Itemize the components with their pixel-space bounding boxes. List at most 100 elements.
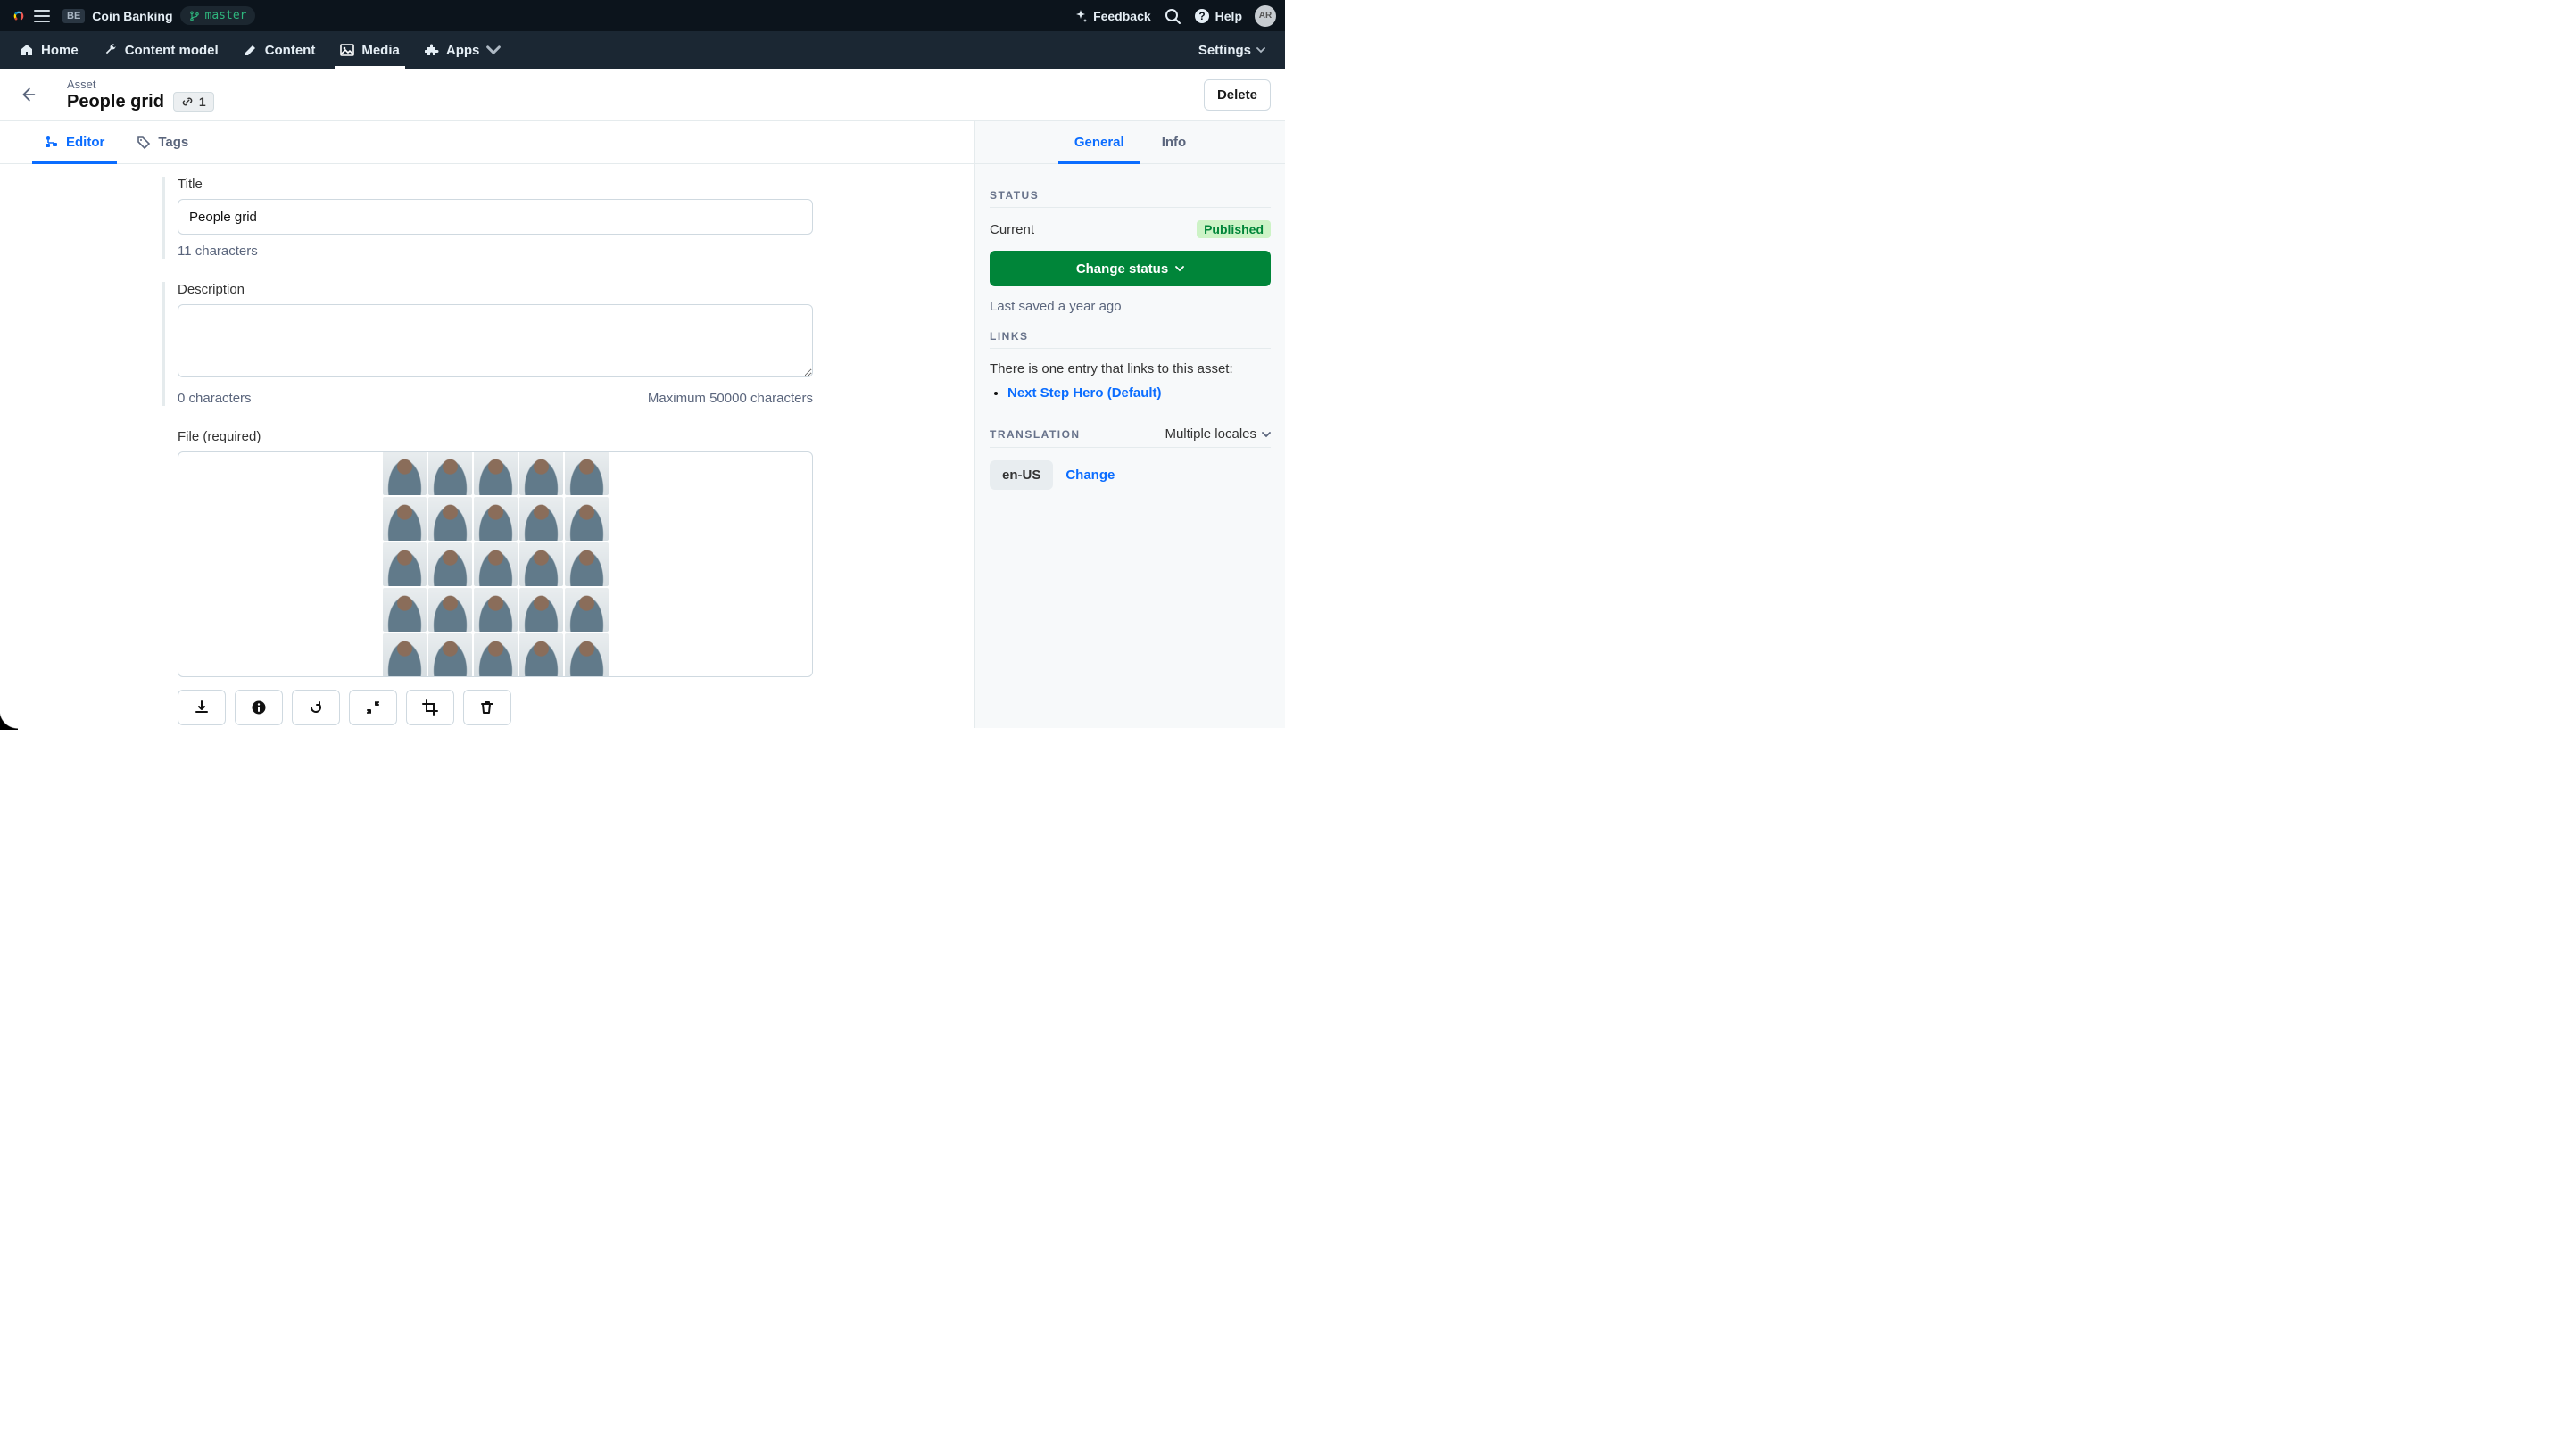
nav-media[interactable]: Media — [327, 31, 412, 69]
feedback-label: Feedback — [1093, 9, 1151, 23]
title-label: Title — [178, 177, 814, 192]
sidebar-tab-general[interactable]: General — [1058, 121, 1140, 163]
sidebar: General Info STATUS Current Published Ch… — [974, 121, 1285, 728]
crop-icon — [422, 699, 438, 716]
download-button[interactable] — [178, 690, 226, 725]
chevron-down-icon — [1175, 264, 1184, 273]
status-badge: Published — [1197, 220, 1271, 238]
tab-editor[interactable]: Editor — [32, 121, 117, 163]
change-status-label: Change status — [1076, 261, 1168, 277]
entry-tabs: Editor Tags — [0, 121, 974, 164]
rotate-button[interactable] — [292, 690, 340, 725]
locale-change-link[interactable]: Change — [1065, 467, 1115, 483]
rotate-icon — [308, 699, 324, 716]
tab-tags[interactable]: Tags — [124, 121, 201, 163]
sidebar-tabs: General Info — [975, 121, 1285, 164]
workspace-badge: BE — [62, 9, 85, 23]
links-list: Next Step Hero (Default) — [990, 385, 1271, 401]
nav-media-label: Media — [361, 43, 400, 58]
pencil-icon — [244, 43, 258, 57]
delete-file-button[interactable] — [463, 690, 511, 725]
delete-button[interactable]: Delete — [1204, 79, 1271, 111]
description-textarea[interactable] — [178, 304, 813, 377]
description-max: Maximum 50000 characters — [648, 391, 813, 406]
help-icon: ? — [1194, 8, 1210, 24]
compress-icon — [365, 699, 381, 716]
file-preview[interactable] — [178, 451, 813, 677]
nav-content[interactable]: Content — [231, 31, 328, 69]
project-name[interactable]: Coin Banking — [92, 9, 172, 23]
nav-home[interactable]: Home — [7, 31, 91, 69]
links-heading: LINKS — [990, 330, 1271, 343]
linked-entry-link[interactable]: Next Step Hero (Default) — [1007, 385, 1162, 401]
field-file: File (required) — [162, 429, 814, 725]
nav-content-label: Content — [265, 43, 316, 58]
wrench-icon — [104, 43, 118, 57]
nav-content-model-label: Content model — [125, 43, 219, 58]
feedback-button[interactable]: Feedback — [1074, 9, 1151, 23]
tab-tags-label: Tags — [158, 135, 188, 150]
svg-text:?: ? — [1198, 10, 1205, 22]
description-char-count: 0 characters — [178, 391, 252, 406]
nav-apps-label: Apps — [446, 43, 480, 58]
sparkle-icon — [1074, 9, 1088, 23]
description-label: Description — [178, 282, 814, 297]
avatar[interactable]: AR — [1255, 5, 1276, 27]
chevron-down-icon — [1256, 46, 1265, 54]
file-label: File (required) — [178, 429, 814, 444]
branch-icon — [189, 11, 200, 21]
image-icon — [340, 43, 354, 57]
info-button[interactable] — [235, 690, 283, 725]
chevron-down-icon — [486, 43, 501, 57]
editor-tree-icon — [45, 136, 59, 150]
page-title: People grid — [67, 92, 164, 112]
contentful-logo-icon — [11, 8, 27, 24]
status-heading: STATUS — [990, 189, 1271, 202]
nav-apps[interactable]: Apps — [412, 31, 514, 69]
search-icon[interactable] — [1164, 7, 1181, 25]
field-description: Description 0 characters Maximum 50000 c… — [162, 282, 814, 406]
help-label: Help — [1215, 9, 1242, 23]
main-nav: Home Content model Content Media Apps Se… — [0, 31, 1285, 69]
branch-pill[interactable]: master — [180, 6, 256, 25]
breadcrumb: Asset — [67, 78, 214, 91]
link-count-pill[interactable]: 1 — [173, 92, 214, 112]
nav-settings-label: Settings — [1198, 43, 1251, 58]
multiple-locales-label: Multiple locales — [1165, 426, 1256, 442]
nav-home-label: Home — [41, 43, 79, 58]
download-icon — [194, 699, 210, 716]
field-title: Title 11 characters — [162, 177, 814, 259]
info-icon — [251, 699, 267, 716]
title-char-count: 11 characters — [178, 244, 258, 259]
link-count: 1 — [199, 95, 206, 109]
back-arrow-icon[interactable] — [18, 85, 37, 104]
resize-button[interactable] — [349, 690, 397, 725]
home-icon — [20, 43, 34, 57]
menu-icon[interactable] — [34, 10, 50, 22]
links-summary: There is one entry that links to this as… — [990, 361, 1271, 376]
people-grid-image — [383, 451, 609, 677]
crop-button[interactable] — [406, 690, 454, 725]
main-column: Editor Tags Title 11 characters Descript… — [0, 121, 974, 728]
nav-content-model[interactable]: Content model — [91, 31, 231, 69]
project-bar: BE Coin Banking master Feedback ? Help A… — [0, 0, 1285, 31]
page-header: Asset People grid 1 Delete — [0, 69, 1285, 121]
trash-icon — [479, 699, 495, 716]
locale-chip: en-US — [990, 460, 1053, 490]
title-input[interactable] — [178, 199, 813, 235]
help-button[interactable]: ? Help — [1194, 8, 1242, 24]
chevron-down-icon — [1262, 430, 1271, 439]
nav-settings[interactable]: Settings — [1186, 31, 1278, 69]
link-icon — [181, 95, 194, 108]
sidebar-tab-info[interactable]: Info — [1146, 121, 1203, 163]
branch-name: master — [205, 9, 247, 22]
puzzle-icon — [425, 43, 439, 57]
translation-heading: TRANSLATION — [990, 428, 1081, 441]
last-saved-text: Last saved a year ago — [990, 299, 1271, 314]
status-current-label: Current — [990, 222, 1034, 237]
multiple-locales-toggle[interactable]: Multiple locales — [1165, 426, 1271, 442]
tag-icon — [137, 136, 151, 150]
file-toolbar — [178, 690, 814, 725]
tab-editor-label: Editor — [66, 135, 104, 150]
change-status-button[interactable]: Change status — [990, 251, 1271, 286]
